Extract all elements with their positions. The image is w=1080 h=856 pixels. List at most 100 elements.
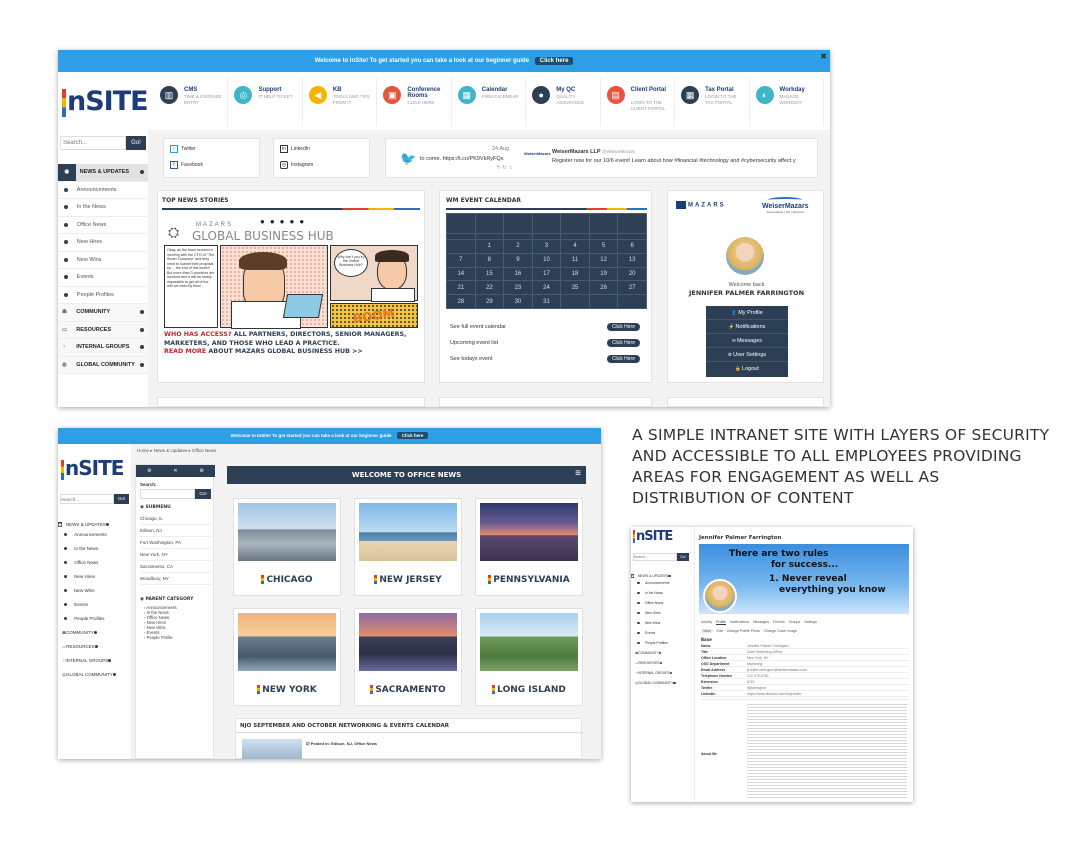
sidebar-item-internal-groups[interactable]: ♀INTERNAL GROUPS — [58, 339, 148, 357]
profile-avatar[interactable] — [703, 579, 737, 613]
quicklink-calendar[interactable]: ▦ Calendar FIRM CALENDAR — [452, 78, 527, 126]
tweet-text[interactable]: to come. https://t.co/PK9VkRyFQs — [420, 156, 503, 162]
calendar-link-label[interactable]: Upcoming event list — [450, 340, 498, 346]
tweet-actions[interactable]: ↰ ↻ ☆ — [496, 165, 513, 171]
profile-tab[interactable]: Settings — [804, 620, 817, 625]
calendar-day[interactable]: 21 — [446, 280, 476, 296]
calendar-day[interactable]: 29 — [474, 294, 505, 309]
sidebar-item-resources[interactable]: ▭RESOURCES — [58, 644, 131, 658]
sidebar-item-news-updates[interactable]: ◉ NEWS & UPDATES — [631, 571, 695, 581]
quicklink-client-portal[interactable]: ▤ Client Portal LOGIN TO THE CLIENT PORTAL — [601, 78, 676, 126]
calendar-day[interactable]: 16 — [503, 266, 533, 282]
quicklink-my-qc[interactable]: ● My QC QUALITY ASSURANCE — [526, 78, 601, 126]
calendar-day[interactable]: 15 — [474, 266, 505, 282]
click-here-pill[interactable]: Click Here — [606, 323, 640, 331]
calendar-day[interactable]: 7 — [446, 252, 476, 268]
instagram-link[interactable]: ◎ Instagram — [280, 161, 313, 169]
sidebar-item-people-profiles[interactable]: People Profiles — [58, 287, 148, 304]
profile-menu-messages[interactable]: ✉ Messages — [706, 334, 788, 348]
sidebar-item-announcements[interactable]: Announcements — [58, 182, 148, 199]
sidebar-item-events[interactable]: Events — [58, 602, 131, 616]
click-here-button[interactable]: Click here — [534, 57, 574, 65]
city-card-sacramento[interactable]: SACRAMENTO — [354, 608, 462, 706]
calendar-day[interactable]: 20 — [617, 266, 647, 282]
twitter-link[interactable]: t Twitter — [170, 145, 196, 153]
click-here-pill[interactable]: Click Here — [606, 355, 640, 363]
profile-subtab[interactable]: Change Cover Image — [764, 629, 797, 633]
global-business-hub-banner[interactable]: ⛭ MAZARS GLOBAL BUSINESS HUB ●●●●● Okay,… — [164, 217, 418, 329]
sidebar-item-global-community[interactable]: ◍GLOBAL COMMUNITY — [58, 672, 131, 686]
profile-menu-user-settings[interactable]: ⚙ User Settings — [706, 348, 788, 362]
search-input-3[interactable] — [633, 553, 677, 561]
sidebar-item-resources[interactable]: ▭RESOURCES — [58, 321, 148, 339]
sidebar-item-new-wins[interactable]: New Wins — [631, 621, 695, 631]
sidebar-item-in-the-news[interactable]: In the News — [631, 591, 695, 601]
profile-tab[interactable]: Profile — [716, 620, 727, 625]
profile-subtab[interactable]: View — [701, 629, 713, 633]
calendar-day[interactable]: 23 — [503, 280, 533, 296]
parent-category-item[interactable]: ▫ People Profile — [144, 635, 214, 640]
close-icon[interactable]: ✖ — [820, 52, 827, 61]
sidebar-item-global-community[interactable]: ◍GLOBAL COMMUNITY — [631, 681, 695, 691]
sidebar-item-internal-groups[interactable]: ♀INTERNAL GROUPS — [58, 658, 131, 672]
search-input-2[interactable] — [60, 494, 114, 504]
calendar-day[interactable]: 4 — [560, 239, 590, 254]
tweet-text-2[interactable]: Register now for our 10/6 event! Learn a… — [552, 158, 796, 164]
sidebar-item-office-news[interactable]: Office News — [58, 560, 131, 574]
calendar-day[interactable]: 1 — [474, 239, 505, 254]
menu-icon[interactable]: ≡ — [575, 468, 581, 479]
search-button-3[interactable]: Go! — [677, 553, 689, 561]
settings-icon-2[interactable]: ⚙ — [200, 468, 204, 474]
calendar-day[interactable]: 26 — [588, 280, 619, 296]
nj-events-heading[interactable]: NJO SEPTEMBER AND OCTOBER NETWORKING & E… — [240, 723, 449, 729]
calendar-link-label[interactable]: See full event calendar — [450, 324, 506, 330]
quicklink-workday[interactable]: ◐ Workday MANAGE WORKDAY — [750, 78, 824, 126]
sidebar-item-new-hires[interactable]: New Hires — [58, 574, 131, 588]
calendar-day[interactable]: 10 — [531, 252, 562, 268]
city-card-new-jersey[interactable]: NEW JERSEY — [354, 498, 462, 596]
calendar-day[interactable]: 6 — [617, 239, 647, 254]
sidebar-item-new-hires[interactable]: New Hires — [58, 234, 148, 252]
calendar-day[interactable]: 9 — [503, 252, 533, 268]
calendar-day[interactable]: 25 — [560, 280, 590, 296]
quicklink-support[interactable]: ◎ Support IT HELP TICKET — [228, 78, 303, 126]
sidebar-item-office-news[interactable]: Office News — [58, 217, 148, 234]
sidebar-item-news-updates[interactable]: ◉ NEWS & UPDATES — [58, 518, 131, 532]
profile-menu-my-profile[interactable]: 👤 My Profile — [706, 306, 788, 320]
submenu-item[interactable]: Sacramento, CA — [140, 561, 211, 573]
profile-tab[interactable]: Friends — [773, 620, 785, 625]
calendar-grid[interactable]: 1 2 3 4 5 6 7 8 9 10 11 12 13 14 15 16 17 18 19 20 21 22 23 24 2… — [446, 213, 647, 309]
linkedin-link[interactable]: in LinkedIn — [280, 145, 310, 153]
submenu-item[interactable]: Woodbury, NY — [140, 573, 211, 585]
city-card-long-island[interactable]: LONG ISLAND — [475, 608, 583, 706]
search-button-2[interactable]: Go! — [114, 494, 129, 504]
sidebar-item-global-community[interactable]: ◍GLOBAL COMMUNITY — [58, 356, 148, 374]
event-thumbnail[interactable] — [242, 739, 302, 759]
sidebar-item-resources[interactable]: ▭RESOURCES — [631, 661, 695, 671]
calendar-link-label[interactable]: See todays event — [450, 356, 493, 362]
calendar-day[interactable]: 3 — [531, 239, 562, 254]
calendar-day[interactable]: 14 — [446, 266, 476, 282]
sidebar-item-office-news[interactable]: Office News — [631, 601, 695, 611]
quicklink-tax-portal[interactable]: ▦ Tax Portal LOGIN TO THE TAX PORTAL — [675, 78, 750, 126]
calendar-day[interactable]: 28 — [446, 294, 476, 309]
submenu-item[interactable]: Edison, NJ — [140, 525, 211, 537]
sidebar-item-events[interactable]: Events — [58, 269, 148, 287]
calendar-day[interactable]: 13 — [617, 252, 647, 268]
sidebar-item-events[interactable]: Events — [631, 631, 695, 641]
quicklink-conference-rooms[interactable]: ▣ Conference Rooms CLICK HERE — [377, 78, 452, 126]
read-more-link[interactable]: READ MORE ABOUT MAZARS GLOBAL BUSINESS H… — [164, 348, 420, 355]
breadcrumb[interactable]: Home ▸ News & Updates ▸ Office News — [137, 448, 216, 454]
sidebar-item-news-updates[interactable]: ◉ NEWS & UPDATES — [58, 164, 148, 182]
sidebar-item-people-profiles[interactable]: People Profiles — [58, 616, 131, 630]
insite-logo-2[interactable]: nSITE — [61, 456, 124, 480]
sidebar-item-community[interactable]: ☗ COMMUNITY — [58, 304, 148, 322]
calendar-day[interactable]: 24 — [531, 280, 562, 296]
search-button[interactable]: Go! — [126, 136, 146, 150]
profile-tab[interactable]: Groups — [789, 620, 800, 625]
profile-menu-notifications[interactable]: ⚡ Notifications — [706, 320, 788, 334]
calendar-day[interactable]: 18 — [560, 266, 590, 282]
sidebar-item-people-profiles[interactable]: People Profiles — [631, 641, 695, 651]
settings-icon[interactable]: ⚙ — [147, 468, 151, 474]
city-card-pennsylvania[interactable]: PENNSYLVANIA — [475, 498, 583, 596]
